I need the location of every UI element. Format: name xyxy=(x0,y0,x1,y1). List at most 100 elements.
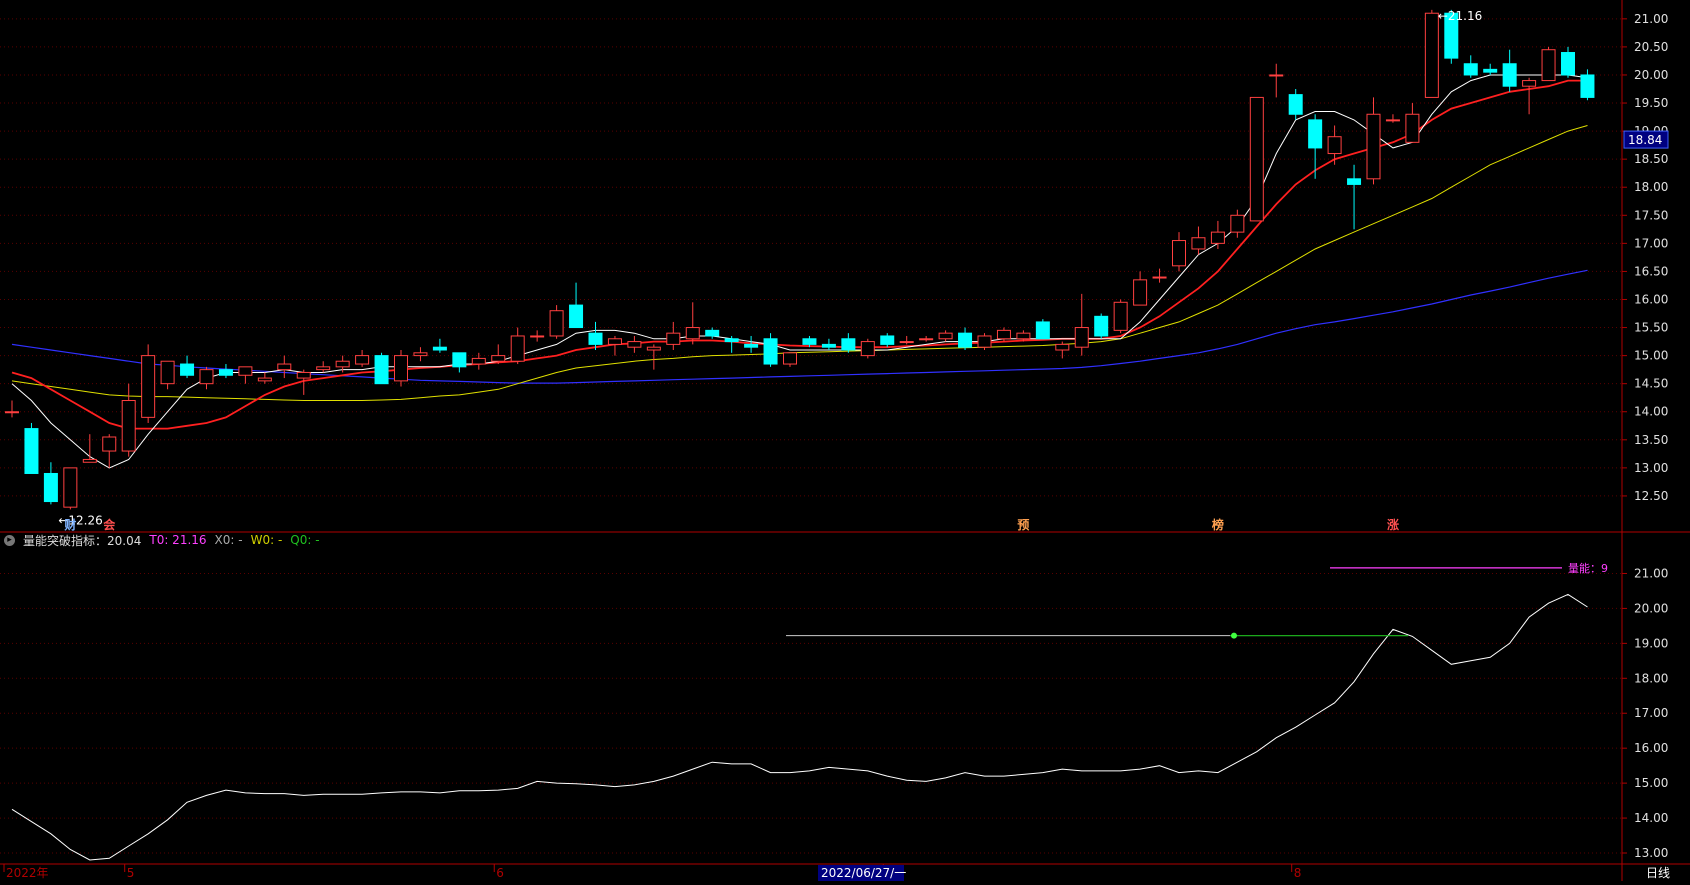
candle-body xyxy=(277,363,292,371)
candle-body xyxy=(1035,321,1050,340)
candle-body xyxy=(1230,214,1245,233)
candle-body xyxy=(218,369,233,376)
candle-body xyxy=(510,335,525,362)
candle-body xyxy=(355,355,370,365)
candle-body xyxy=(471,357,486,365)
candle-body xyxy=(588,332,603,345)
candle-body xyxy=(1483,68,1498,73)
price-tick-label: 21.00 xyxy=(1634,12,1668,26)
candle-body xyxy=(1424,12,1439,98)
candle-body xyxy=(919,338,934,341)
candle-body xyxy=(1055,343,1070,351)
candle-body xyxy=(1113,301,1128,331)
candle-body xyxy=(1288,94,1303,115)
w0-marker xyxy=(1231,632,1237,639)
indicator-line xyxy=(11,593,1588,861)
candle-body xyxy=(841,338,856,351)
candle-body xyxy=(705,329,720,337)
candle-body xyxy=(666,332,681,345)
current-price-label: 18.84 xyxy=(1628,133,1662,147)
event-mark[interactable]: 涨 xyxy=(1387,517,1399,532)
candle-body xyxy=(1366,113,1381,180)
candle-body xyxy=(1249,96,1264,222)
date-label: 8 xyxy=(1294,866,1302,880)
candle-body xyxy=(491,355,506,362)
candle-body xyxy=(646,346,661,351)
candle-body xyxy=(316,366,331,371)
price-tick-label: 20.50 xyxy=(1634,40,1668,54)
candle-body xyxy=(763,338,778,365)
price-tick-label: 13.50 xyxy=(1634,433,1668,447)
event-mark[interactable]: 榜 xyxy=(1212,517,1224,532)
price-tick-label: 14.50 xyxy=(1634,377,1668,391)
candle-body xyxy=(977,335,992,348)
indicator-tick-label: 19.00 xyxy=(1634,636,1668,650)
candle-body xyxy=(1269,74,1284,77)
candle-body xyxy=(860,341,875,357)
candle-body xyxy=(880,335,895,345)
candle-body xyxy=(5,411,19,414)
candle-body xyxy=(335,360,350,368)
candle-body xyxy=(1172,240,1186,267)
candle-body xyxy=(121,400,136,452)
candle-body xyxy=(432,346,447,351)
candle-body xyxy=(607,338,622,345)
chart-stage: 12.50 13.00 13.50 14.00 14.50 15.00 15.50 16.00… xyxy=(0,0,1690,881)
stock-chart[interactable]: 12.50 13.00 13.50 14.00 14.50 15.00 15.50 16.00… xyxy=(0,0,1690,881)
ma60-line xyxy=(11,269,1588,384)
candle-body xyxy=(783,352,797,365)
candle-body xyxy=(452,352,467,368)
candle-body xyxy=(257,377,272,382)
price-tick-label: 18.00 xyxy=(1634,180,1668,194)
candle-body xyxy=(1385,119,1400,122)
price-tick-label: 17.50 xyxy=(1634,208,1668,222)
candle-body xyxy=(1074,327,1089,348)
indicator-tick-label: 16.00 xyxy=(1634,741,1668,755)
candle-body xyxy=(180,363,195,376)
candle-body xyxy=(1541,49,1556,82)
candle-body xyxy=(394,355,408,382)
indicator-x0: X0: - xyxy=(214,533,243,547)
indicator-tick-label: 21.00 xyxy=(1634,566,1668,580)
indicator-tick-label: 18.00 xyxy=(1634,671,1668,685)
date-label: 5 xyxy=(127,866,135,880)
indicator-tick-label: 20.00 xyxy=(1634,601,1668,615)
price-tick-label: 14.00 xyxy=(1634,405,1668,419)
candle-body xyxy=(724,338,739,343)
indicator-t0: T0: 21.16 xyxy=(149,533,207,547)
candle-body xyxy=(413,352,428,357)
candle-body xyxy=(1561,52,1575,76)
price-tick-label: 13.00 xyxy=(1634,461,1668,475)
candle-body xyxy=(685,327,700,340)
price-tick-label: 16.00 xyxy=(1634,292,1668,306)
candle-body xyxy=(141,355,156,418)
candle-body xyxy=(296,371,311,379)
t0-line-label: 量能：9 xyxy=(1568,561,1608,575)
indicator-name: 量能突破指标：20.04 xyxy=(23,533,142,548)
candle-body xyxy=(996,329,1011,340)
high-price-label: ←21.16 xyxy=(1438,9,1482,23)
candle-body xyxy=(958,332,973,348)
ma20-line xyxy=(11,125,1588,401)
price-tick-label: 16.50 xyxy=(1634,264,1668,278)
price-tick-label: 20.00 xyxy=(1634,68,1668,82)
indicator-tick-label: 17.00 xyxy=(1634,706,1668,720)
indicator-w0: W0: - xyxy=(250,533,283,547)
candle-body xyxy=(82,458,97,463)
candle-body xyxy=(1463,63,1478,76)
candle-body xyxy=(530,335,545,338)
indicator-toggle-icon[interactable]: ▸ xyxy=(4,534,15,546)
price-tick-label: 15.00 xyxy=(1634,349,1668,363)
candle-body xyxy=(1502,63,1517,87)
period-label[interactable]: 日线 xyxy=(1646,866,1670,880)
date-label: 2022年 xyxy=(6,866,49,880)
candle-body xyxy=(1210,231,1225,244)
candle-body xyxy=(1580,74,1595,98)
candle-body xyxy=(1327,136,1342,155)
event-mark[interactable]: 预 xyxy=(1017,518,1029,532)
indicator-tick-label: 14.00 xyxy=(1634,811,1668,825)
candle-body xyxy=(1152,276,1167,279)
candle-body xyxy=(821,343,836,348)
candle-body xyxy=(43,472,58,503)
candle-body xyxy=(627,341,642,348)
